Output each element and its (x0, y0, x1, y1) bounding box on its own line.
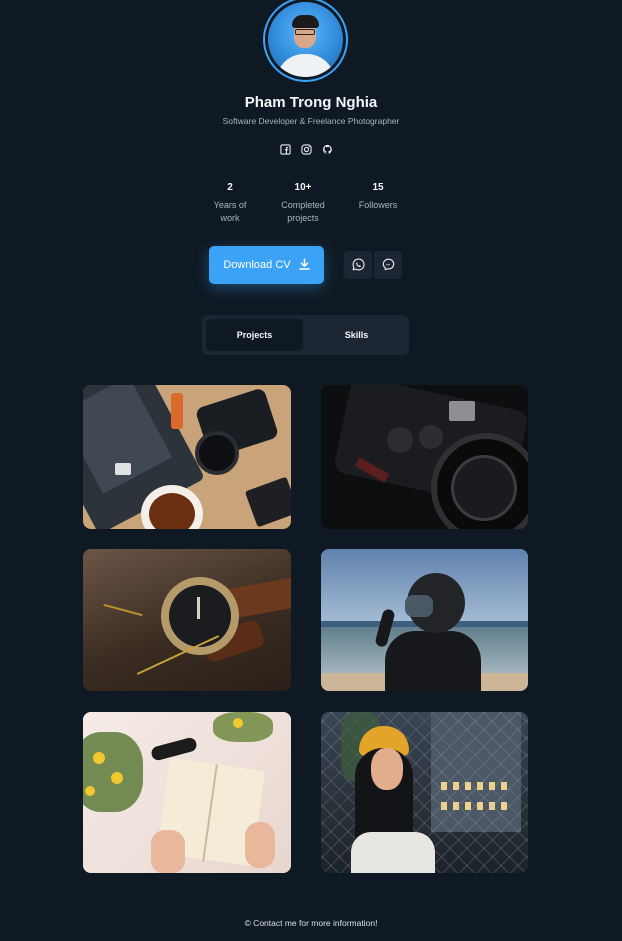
project-photo-watch[interactable] (83, 549, 291, 691)
facebook-icon[interactable] (279, 143, 291, 155)
download-cv-button[interactable]: Download CV (209, 246, 324, 284)
instagram-icon[interactable] (300, 143, 312, 155)
footer-text: © Contact me for more information! (244, 918, 378, 928)
social-links (279, 143, 333, 155)
project-photo-beach-helmet[interactable] (321, 549, 528, 691)
profile-name: Pham Trong Nghia (244, 94, 378, 111)
avatar-photo (268, 2, 343, 77)
stat-value: 2 (227, 182, 233, 193)
stat-value: 10+ (294, 182, 312, 193)
content-tabs: Projects Skills (202, 315, 409, 355)
messenger-icon (382, 256, 395, 275)
stat-value: 15 (372, 182, 384, 193)
project-photo-laptop-camera[interactable] (83, 385, 291, 529)
download-cv-label: Download CV (223, 259, 291, 271)
project-photo-camera[interactable] (321, 385, 528, 529)
stat-years: 2 Years of work (200, 182, 260, 225)
avatar (263, 0, 348, 82)
stat-label: work (220, 213, 240, 223)
whatsapp-icon (352, 256, 365, 275)
download-icon (298, 257, 310, 273)
stat-projects: 10+ Completed projects (273, 182, 333, 225)
tab-projects[interactable]: Projects (206, 319, 303, 351)
project-photo-woman-fence[interactable] (321, 712, 528, 873)
profile-page: Pham Trong Nghia Software Developer & Fr… (0, 0, 622, 941)
whatsapp-button[interactable] (344, 251, 372, 279)
stat-followers: 15 Followers (348, 182, 408, 212)
stat-label: Followers (358, 200, 398, 210)
github-icon[interactable] (321, 143, 333, 155)
stat-label: Years of (213, 200, 247, 210)
stat-label: projects (287, 213, 319, 223)
messenger-button[interactable] (374, 251, 402, 279)
stats-row: 2 Years of work 10+ Completed projects 1… (0, 182, 622, 232)
project-photo-book-flowers[interactable] (83, 712, 291, 873)
stat-label: Completed (281, 200, 325, 210)
tab-skills[interactable]: Skills (308, 319, 405, 351)
profile-subtitle: Software Developer & Freelance Photograp… (222, 116, 400, 126)
